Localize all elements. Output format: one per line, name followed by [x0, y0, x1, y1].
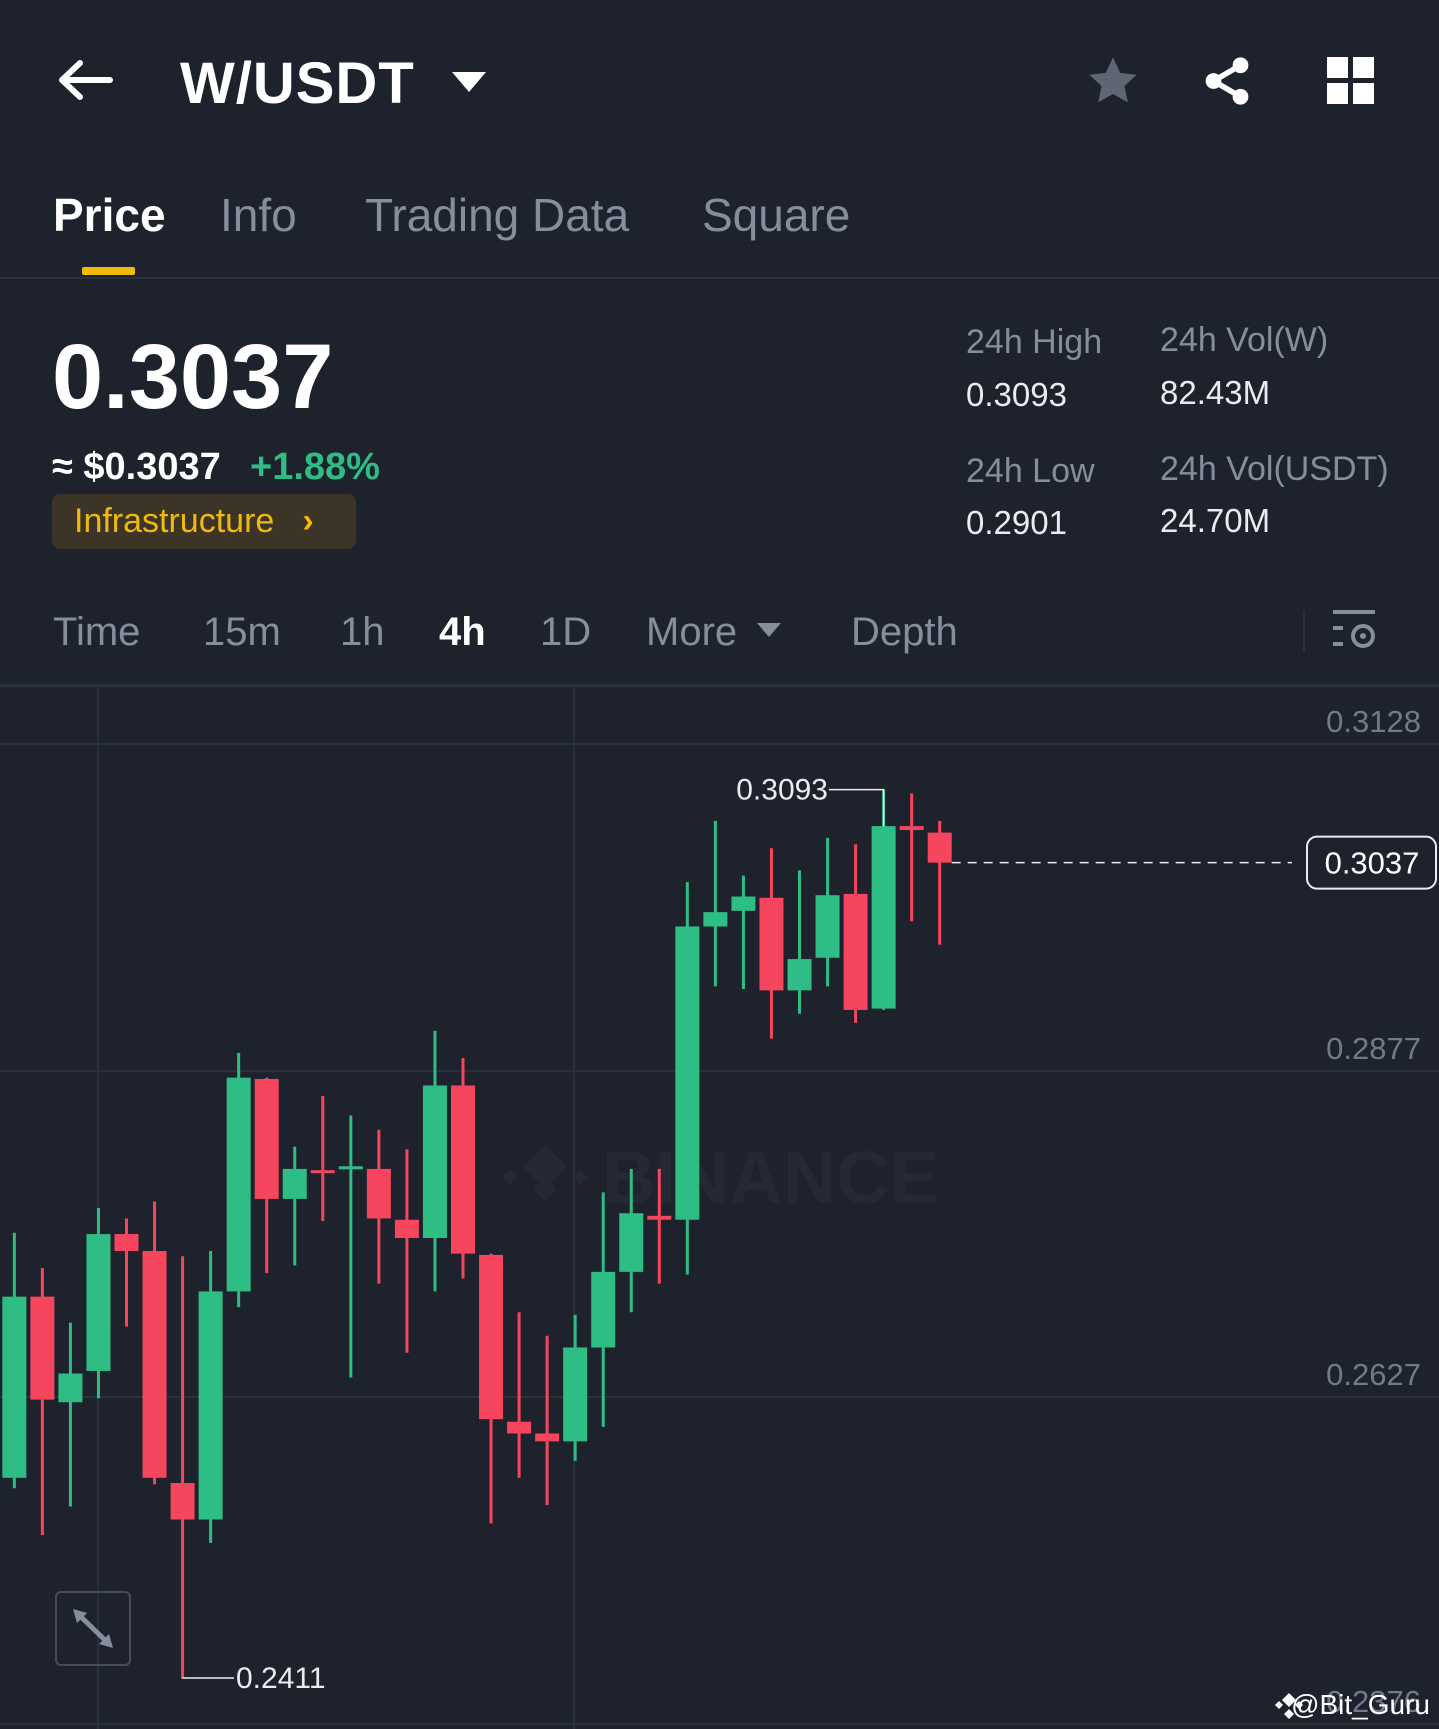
- stat-value: 24.70M: [1160, 502, 1271, 539]
- candle-body: [787, 959, 812, 991]
- candle-body: [591, 1271, 616, 1348]
- candle-body: [619, 1213, 644, 1272]
- stat-value: 0.3093: [966, 376, 1067, 413]
- candle-body: [366, 1168, 391, 1219]
- pair-title[interactable]: W/USDT: [180, 50, 415, 117]
- tab-trading-data[interactable]: Trading Data: [365, 188, 629, 242]
- interval-time[interactable]: Time: [53, 610, 140, 655]
- candle-body: [479, 1254, 504, 1420]
- y-axis-tick-label: 0.2627: [1326, 1357, 1421, 1392]
- active-tab-indicator: [82, 267, 135, 275]
- fullscreen-button[interactable]: [55, 1591, 131, 1666]
- stat-label: 24h Vol(USDT): [1160, 450, 1389, 488]
- candle-body: [871, 826, 896, 1009]
- expand-icon: [73, 1609, 113, 1648]
- last-price: 0.3037: [52, 326, 334, 428]
- interval-15m[interactable]: 15m: [203, 610, 281, 655]
- candle-body: [843, 893, 868, 1010]
- stat-label: 24h High: [966, 323, 1103, 361]
- candle-body: [422, 1085, 447, 1238]
- current-price-label: 0.3037: [1325, 846, 1420, 881]
- low-label: 0.2411: [236, 1662, 326, 1695]
- candle-body: [2, 1296, 27, 1478]
- watermark-text: BINANCE: [602, 1136, 939, 1219]
- candle-body: [282, 1168, 307, 1199]
- candle-body: [254, 1078, 279, 1199]
- tabs-divider: [0, 277, 1439, 279]
- interval-4h[interactable]: 4h: [439, 610, 486, 655]
- candle-body: [535, 1433, 560, 1442]
- stat-value: 0.2901: [966, 504, 1067, 541]
- credit-watermark: @Bit_Guru: [1291, 1689, 1430, 1720]
- candle-body: [815, 895, 840, 958]
- more-caret-down-icon: [757, 623, 781, 637]
- candle-body: [451, 1085, 476, 1254]
- low-marker-line: [181, 1677, 234, 1679]
- grid-icon[interactable]: [1327, 57, 1375, 105]
- candle-body: [394, 1219, 419, 1238]
- category-tag[interactable]: Infrastructure ›: [52, 494, 356, 549]
- share-icon[interactable]: [1200, 54, 1254, 108]
- candle-body: [703, 912, 728, 927]
- chevron-right-icon: ›: [302, 502, 314, 540]
- high-marker-line: [829, 788, 885, 827]
- candle-body: [563, 1347, 588, 1442]
- candle-body: [647, 1215, 672, 1220]
- high-label: 0.3093: [736, 774, 828, 807]
- candle-body: [226, 1077, 251, 1292]
- candle-body: [675, 926, 700, 1220]
- tab-price[interactable]: Price: [53, 188, 166, 242]
- caret-down-icon[interactable]: [452, 72, 486, 94]
- interval-depth[interactable]: Depth: [851, 610, 958, 655]
- interval-1h[interactable]: 1h: [340, 610, 385, 655]
- stat-value: 82.43M: [1160, 374, 1271, 411]
- stat-label: 24h Low: [966, 452, 1095, 490]
- candle-body: [731, 896, 756, 911]
- approx-usd-price: ≈ $0.3037: [52, 446, 221, 488]
- candle-body: [142, 1251, 167, 1478]
- y-axis-tick-label: 0.2877: [1326, 1031, 1421, 1066]
- candle-body: [507, 1421, 532, 1434]
- candle-body: [30, 1296, 55, 1400]
- star-icon[interactable]: [1085, 54, 1141, 108]
- back-arrow-icon[interactable]: [58, 58, 114, 102]
- category-tag-label: Infrastructure: [74, 502, 275, 540]
- candle-body: [58, 1373, 83, 1403]
- tab-info[interactable]: Info: [220, 188, 297, 242]
- candle-body: [170, 1483, 195, 1520]
- candle-body: [198, 1291, 223, 1520]
- candle-body: [338, 1166, 363, 1170]
- binance-watermark: BINANCE: [502, 1136, 939, 1219]
- interval-1d[interactable]: 1D: [540, 610, 591, 655]
- candle-body: [86, 1234, 111, 1371]
- interval-more[interactable]: More: [646, 610, 737, 655]
- binance-logo-icon: [502, 1145, 588, 1201]
- candle-body: [310, 1170, 335, 1174]
- tab-square[interactable]: Square: [702, 188, 850, 242]
- stat-label: 24h Vol(W): [1160, 321, 1329, 359]
- candle-body: [899, 826, 924, 831]
- interval-divider: [1303, 610, 1305, 652]
- candle-body: [114, 1234, 139, 1252]
- candle-body: [927, 832, 952, 863]
- chart-settings-icon[interactable]: [1333, 608, 1377, 652]
- candlestick-chart[interactable]: 0.31280.28770.26270.2376BINANCE0.30930.2…: [0, 687, 1439, 1729]
- y-axis-tick-label: 0.3128: [1326, 704, 1421, 739]
- price-change-percent: +1.88%: [250, 446, 380, 488]
- candle-body: [759, 897, 784, 991]
